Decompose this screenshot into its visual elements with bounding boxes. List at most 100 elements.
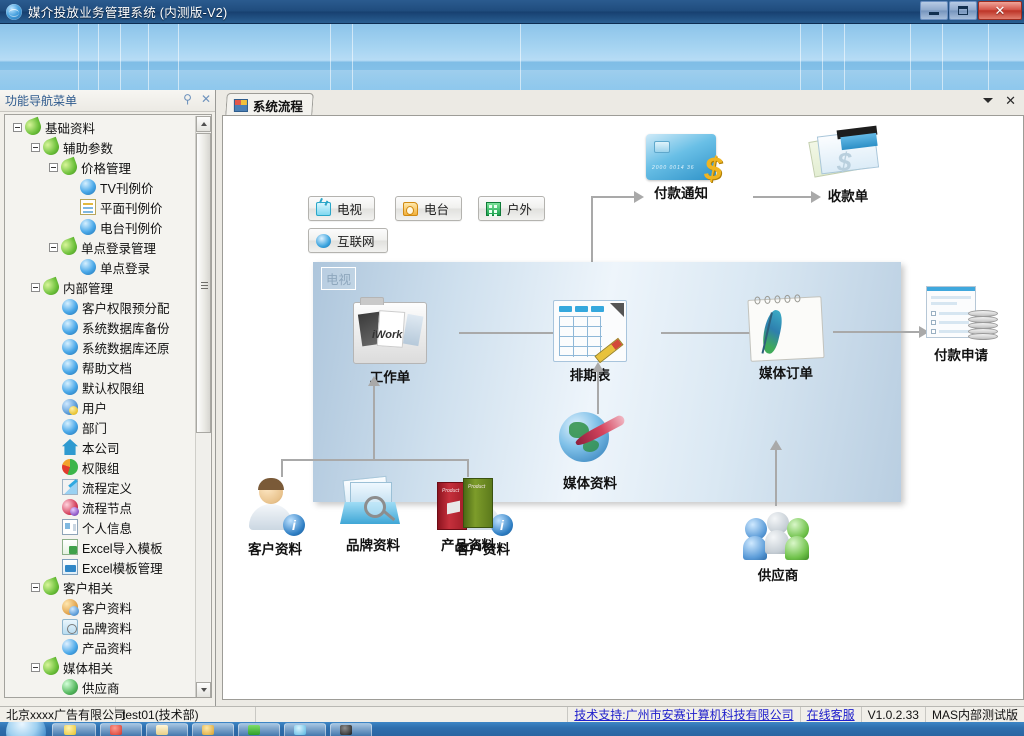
check-dollar-icon: $	[808, 125, 885, 183]
status-support-link[interactable]: 技术支持:广州市安赛计算机科技有限公司	[568, 706, 801, 723]
tree-item[interactable]: 单点登录	[5, 257, 195, 277]
node-product-data[interactable]: Product Product 产品资料	[408, 476, 528, 554]
tree-expander-icon[interactable]	[31, 282, 40, 292]
taskbar-icon[interactable]	[64, 725, 76, 735]
taskbar-icon[interactable]	[202, 725, 214, 735]
leaf-icon	[40, 656, 62, 678]
taskbar-icon[interactable]	[110, 725, 122, 735]
media-button-outdoor[interactable]: 户外	[478, 196, 546, 221]
tree-item[interactable]: 品牌资料	[5, 617, 195, 637]
app-globe-icon	[6, 3, 22, 20]
node-work-order[interactable]: iWork 工作单	[335, 297, 445, 386]
scroll-up-button[interactable]	[196, 116, 211, 132]
tree-item[interactable]: 部门	[5, 417, 195, 437]
node-schedule[interactable]: 排期表	[535, 300, 645, 384]
node-payment-notice[interactable]: 2000 0014 36 $ 付款通知	[621, 126, 741, 202]
tree-item[interactable]: 本公司	[5, 437, 195, 457]
tree-item[interactable]: 基础资料	[5, 116, 195, 138]
taskbar-icon[interactable]	[156, 725, 168, 735]
tree-item[interactable]: 价格管理	[5, 156, 195, 178]
scrollbar-thumb[interactable]	[196, 133, 211, 433]
minimize-button[interactable]	[920, 1, 948, 20]
tree-item[interactable]: Excel模板管理	[5, 557, 195, 577]
close-button[interactable]: ✕	[978, 1, 1022, 20]
tree-item[interactable]: 供应商	[5, 677, 195, 697]
tree-item[interactable]: 电台频率	[5, 697, 195, 698]
tree-item[interactable]: 媒体相关	[5, 656, 195, 678]
tree-item[interactable]: Excel导入模板	[5, 537, 195, 557]
globe-icon	[80, 259, 96, 275]
node-payment-request[interactable]: 付款申请	[906, 284, 1016, 364]
tree-item[interactable]: 客户权限预分配	[5, 297, 195, 317]
navigation-tree-container[interactable]: 基础资料 辅助参数 价格管理 TV刊例价 平面刊例价 电台刊例价 单点登录管理 单点登录 内部管…	[4, 114, 212, 698]
chevron-down-icon[interactable]	[983, 98, 994, 103]
media-button-internet[interactable]: 互联网	[308, 228, 388, 253]
tree-expander-icon[interactable]	[31, 142, 40, 152]
media-button-radio[interactable]: 电台	[395, 196, 463, 221]
tree-item[interactable]: 单点登录管理	[5, 236, 195, 258]
connector-mediadata-to-schedule	[597, 370, 599, 414]
tree-item[interactable]: 平面刊例价	[5, 197, 195, 217]
tree-item[interactable]: 用户	[5, 397, 195, 417]
node-receipt[interactable]: $ 收款单	[788, 124, 908, 205]
pane-controls: ✕	[983, 94, 1016, 107]
tree-item[interactable]: 系统数据库还原	[5, 337, 195, 357]
tree-item[interactable]: 流程定义	[5, 477, 195, 497]
tab-system-flow[interactable]: 系统流程	[225, 93, 314, 116]
tree-expander-icon[interactable]	[49, 242, 58, 252]
media-button-label: 电视	[337, 203, 363, 217]
node-label: 媒体订单	[759, 366, 813, 381]
tree-item[interactable]: 内部管理	[5, 276, 195, 298]
tree-item[interactable]: 流程节点	[5, 497, 195, 517]
tree-item[interactable]: TV刊例价	[5, 177, 195, 197]
tree-expander-icon[interactable]	[13, 122, 22, 132]
ribbon-separator	[98, 24, 99, 90]
tree-item[interactable]: 默认权限组	[5, 377, 195, 397]
tree-item[interactable]: 系统数据库备份	[5, 317, 195, 337]
customers-icon	[62, 599, 79, 616]
navigation-sidebar: 功能导航菜单 ⚲ ✕ 基础资料 辅助参数 价格管理 TV刊例价 平面刊例价 电台刊例价 单点…	[0, 90, 216, 706]
media-button-tv[interactable]: 电视	[308, 196, 376, 221]
tree-item[interactable]: 帮助文档	[5, 357, 195, 377]
toolbar-ribbon	[0, 24, 1024, 90]
node-media-data[interactable]: 媒体资料	[535, 410, 645, 492]
maximize-button[interactable]	[949, 1, 977, 20]
start-orb-icon[interactable]	[6, 722, 46, 736]
tree-item[interactable]: 辅助参数	[5, 136, 195, 158]
taskbar-icon[interactable]	[340, 725, 352, 735]
sidebar-scrollbar[interactable]	[195, 116, 211, 697]
tree-expander-icon[interactable]	[31, 582, 40, 592]
status-online-service-link[interactable]: 在线客服	[801, 706, 862, 723]
node-label: 付款通知	[654, 186, 708, 201]
tree-expander-icon[interactable]	[31, 662, 40, 672]
node-supplier[interactable]: 供应商	[718, 508, 838, 584]
tree-item[interactable]: 客户资料	[5, 597, 195, 617]
media-button-label: 户外	[507, 203, 533, 217]
window-title-bar[interactable]: 媒介投放业务管理系统 (内测版-V2) ✕	[0, 0, 1024, 24]
close-icon[interactable]: ✕	[201, 93, 211, 105]
tree-item[interactable]: 电台刊例价	[5, 217, 195, 237]
tree-item-label: 客户资料	[82, 601, 133, 616]
node-label: 工作单	[369, 370, 411, 385]
tree-item[interactable]: 权限组	[5, 457, 195, 477]
tree-item[interactable]: 个人信息	[5, 517, 195, 537]
supplier-icon	[62, 679, 78, 695]
close-icon[interactable]: ✕	[1005, 94, 1016, 107]
scroll-down-button[interactable]	[196, 682, 211, 697]
node-label: 排期表	[569, 368, 611, 383]
tree-item[interactable]: 客户相关	[5, 576, 195, 598]
tree-expander-icon[interactable]	[49, 162, 58, 172]
pin-icon[interactable]: ⚲	[183, 93, 192, 105]
node-label: 付款申请	[934, 348, 988, 363]
tree-item[interactable]: 产品资料	[5, 637, 195, 657]
node-media-order[interactable]: 媒体订单	[731, 294, 841, 382]
balls-icon	[62, 499, 79, 516]
windows-taskbar[interactable]	[0, 722, 1024, 736]
taskbar-icon[interactable]	[248, 725, 260, 735]
taskbar-icon[interactable]	[294, 725, 306, 735]
